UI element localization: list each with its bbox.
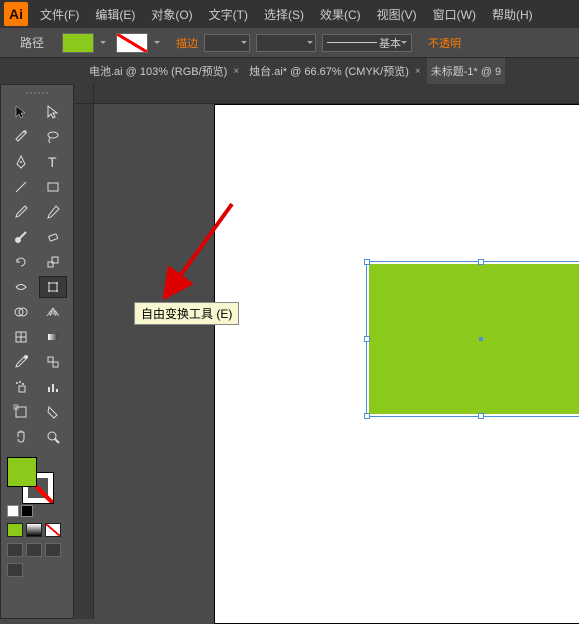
perspective-grid-tool[interactable] (39, 301, 67, 323)
horizontal-ruler[interactable] (94, 84, 579, 104)
swap-fill-stroke-icon[interactable] (21, 505, 33, 517)
draw-normal-icon[interactable] (7, 543, 23, 557)
symbol-sprayer-tool[interactable] (7, 376, 35, 398)
svg-text:T: T (48, 154, 57, 170)
close-icon[interactable]: × (415, 66, 421, 77)
stroke-dropdown-icon[interactable] (154, 41, 160, 44)
document-tab-bar: 电池.ai @ 103% (RGB/预览) × 烛台.ai* @ 66.67% … (0, 58, 579, 84)
rectangle-tool[interactable] (39, 176, 67, 198)
hand-tool[interactable] (7, 426, 35, 448)
menu-view[interactable]: 视图(V) (373, 4, 421, 25)
slice-tool[interactable] (39, 401, 67, 423)
stroke-label[interactable]: 描边 (176, 35, 198, 51)
fill-stroke-control[interactable] (7, 457, 53, 503)
menu-effect[interactable]: 效果(C) (316, 4, 365, 25)
default-fill-stroke-icon[interactable] (7, 505, 19, 517)
document-tab[interactable]: 电池.ai @ 103% (RGB/预览) × (85, 58, 243, 84)
zoom-tool[interactable] (39, 426, 67, 448)
brush-definition[interactable]: 基本 (322, 34, 412, 52)
document-tab[interactable]: 烛台.ai* @ 66.67% (CMYK/预览) × (245, 58, 425, 84)
color-mode-row (7, 523, 67, 537)
resize-handle[interactable] (364, 259, 370, 265)
screen-mode-icon[interactable] (7, 563, 23, 577)
blend-tool[interactable] (39, 351, 67, 373)
document-tab[interactable]: 未标题-1* @ 9 (427, 58, 505, 84)
workspace: T (0, 84, 579, 619)
shape-builder-tool[interactable] (7, 301, 35, 323)
tool-tooltip: 自由变换工具 (E) (134, 302, 239, 325)
draw-inside-icon[interactable] (45, 543, 61, 557)
fill-color-swatch[interactable] (62, 33, 94, 53)
lasso-tool[interactable] (39, 126, 67, 148)
pencil-tool[interactable] (39, 201, 67, 223)
selection-tool[interactable] (7, 101, 35, 123)
stroke-color-swatch[interactable] (116, 33, 148, 53)
fill-dropdown-icon[interactable] (100, 41, 106, 44)
eraser-tool[interactable] (39, 226, 67, 248)
pen-tool[interactable] (7, 151, 35, 173)
resize-handle[interactable] (364, 413, 370, 419)
type-tool[interactable]: T (39, 151, 67, 173)
tools-panel: T (0, 84, 74, 619)
width-tool[interactable] (7, 276, 35, 298)
menu-type[interactable]: 文字(T) (205, 4, 252, 25)
opacity-label[interactable]: 不透明 (428, 35, 461, 51)
magic-wand-tool[interactable] (7, 126, 35, 148)
canvas-area[interactable]: 自由变换工具 (E) (74, 84, 579, 619)
tab-label: 未标题-1* @ 9 (431, 63, 501, 79)
color-chip-none[interactable] (45, 523, 61, 537)
titlebar: Ai 文件(F) 编辑(E) 对象(O) 文字(T) 选择(S) 效果(C) 视… (0, 0, 579, 28)
eyedropper-tool[interactable] (7, 351, 35, 373)
resize-handle[interactable] (478, 259, 484, 265)
draw-behind-icon[interactable] (26, 543, 42, 557)
menu-window[interactable]: 窗口(W) (429, 4, 480, 25)
scale-tool[interactable] (39, 251, 67, 273)
menu-object[interactable]: 对象(O) (147, 4, 196, 25)
control-bar: 路径 描边 基本 不透明 (0, 28, 579, 58)
color-chip-gradient[interactable] (26, 523, 42, 537)
close-icon[interactable]: × (233, 66, 239, 77)
tab-label: 烛台.ai* @ 66.67% (CMYK/预览) (249, 63, 409, 79)
direct-selection-tool[interactable] (39, 101, 67, 123)
menubar: 文件(F) 编辑(E) 对象(O) 文字(T) 选择(S) 效果(C) 视图(V… (36, 4, 537, 25)
rotate-tool[interactable] (7, 251, 35, 273)
menu-select[interactable]: 选择(S) (260, 4, 308, 25)
ruler-origin[interactable] (74, 84, 94, 104)
color-chip-solid[interactable] (7, 523, 23, 537)
app-logo: Ai (4, 2, 28, 26)
tab-label: 电池.ai @ 103% (RGB/预览) (89, 63, 227, 79)
paintbrush-tool[interactable] (7, 201, 35, 223)
selection-bounding-box[interactable] (366, 261, 579, 417)
variable-width-profile[interactable] (256, 34, 316, 52)
free-transform-tool[interactable] (39, 276, 67, 298)
menu-file[interactable]: 文件(F) (36, 4, 83, 25)
mesh-tool[interactable] (7, 326, 35, 348)
vertical-ruler[interactable] (74, 104, 94, 619)
center-point-icon (479, 337, 483, 341)
column-graph-tool[interactable] (39, 376, 67, 398)
menu-edit[interactable]: 编辑(E) (91, 4, 139, 25)
gradient-tool[interactable] (39, 326, 67, 348)
fill-box[interactable] (7, 457, 37, 487)
draw-mode-row (7, 543, 67, 557)
blob-brush-tool[interactable] (7, 226, 35, 248)
panel-gripper[interactable] (7, 89, 67, 97)
resize-handle[interactable] (478, 413, 484, 419)
menu-help[interactable]: 帮助(H) (488, 4, 537, 25)
artboard-tool[interactable] (7, 401, 35, 423)
selection-type-label: 路径 (20, 34, 44, 51)
line-segment-tool[interactable] (7, 176, 35, 198)
stroke-weight-input[interactable] (204, 34, 250, 52)
resize-handle[interactable] (364, 336, 370, 342)
